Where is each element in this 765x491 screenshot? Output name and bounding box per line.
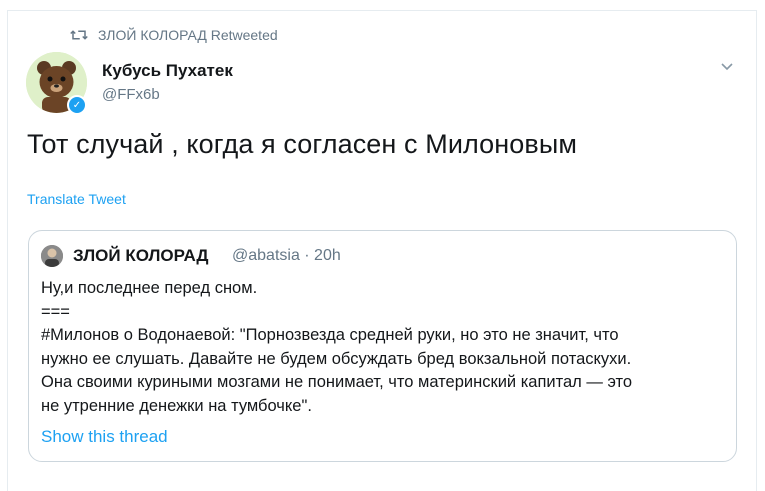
- quoted-tweet-text: Ну,и последнее перед сном. === #Милонов …: [41, 277, 731, 418]
- quoted-line: нужно ее слушать. Давайте не будем обсуж…: [41, 349, 632, 368]
- quoted-author-meta[interactable]: @abatsia · 20h: [232, 247, 341, 265]
- quoted-line: #Милонов о Водонаевой: "Порнозвезда сред…: [41, 326, 619, 344]
- author-name[interactable]: Кубусь Пухатек: [102, 61, 233, 81]
- quoted-author-avatar[interactable]: [41, 245, 63, 267]
- retweet-icon: [70, 30, 88, 40]
- show-thread-link[interactable]: Show this thread: [41, 427, 168, 447]
- verified-badge-icon: ✓: [67, 95, 87, 115]
- retweet-label: ЗЛОЙ КОЛОРАД Retweeted: [98, 27, 278, 43]
- quoted-line: Ну,и последнее перед сном.: [41, 279, 258, 297]
- quoted-line: не утренние денежки на тумбочке".: [41, 396, 312, 415]
- quoted-author-name[interactable]: ЗЛОЙ КОЛОРАД: [73, 246, 209, 266]
- tweet-text: Тот случай , когда я согласен с Милоновы…: [27, 129, 578, 159]
- quoted-line: Она своими куриными мозгами не понимает,…: [41, 373, 633, 391]
- chevron-down-icon[interactable]: [718, 58, 736, 76]
- translate-tweet-link[interactable]: Translate Tweet: [27, 191, 126, 207]
- person-avatar-icon: [41, 245, 63, 267]
- author-handle[interactable]: @FFx6b: [102, 86, 160, 103]
- retweet-header: ЗЛОЙ КОЛОРАД Retweeted: [70, 27, 278, 43]
- quoted-line: ===: [41, 302, 70, 321]
- quoted-tweet[interactable]: ЗЛОЙ КОЛОРАД @abatsia · 20h Ну,и последн…: [28, 230, 737, 462]
